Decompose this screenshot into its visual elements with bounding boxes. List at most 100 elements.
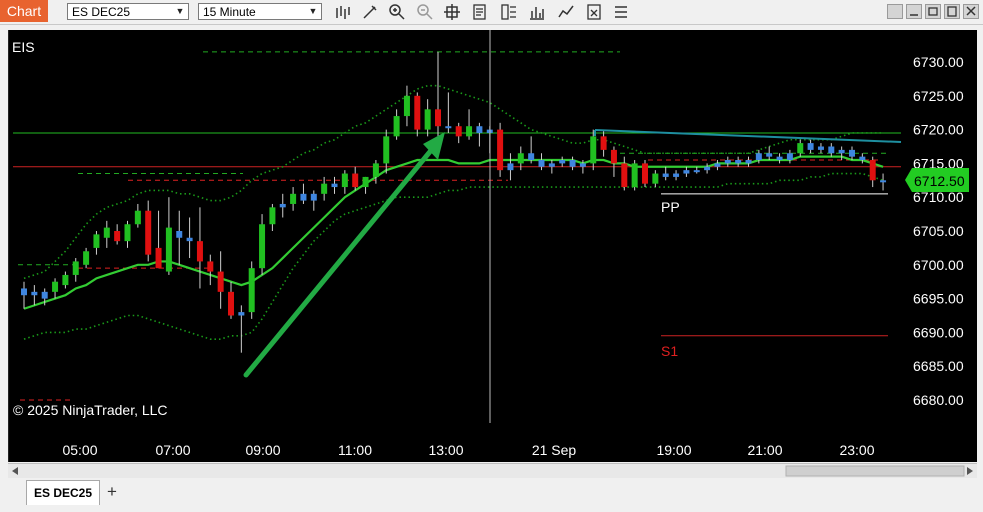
- candle-body: [880, 180, 887, 183]
- scroll-right-icon[interactable]: [967, 467, 973, 475]
- crosshair-icon[interactable]: [443, 3, 461, 21]
- candle-body: [797, 143, 804, 154]
- candle-body: [476, 126, 483, 133]
- add-tab-button[interactable]: +: [102, 482, 122, 502]
- horizontal-scrollbar[interactable]: [8, 463, 977, 479]
- panel-label: EIS: [12, 39, 35, 55]
- candle-body: [52, 281, 59, 292]
- scroll-thumb[interactable]: [785, 465, 965, 477]
- candle-body: [238, 312, 245, 316]
- candle-body: [849, 149, 855, 157]
- price-chart[interactable]: EIS © 2025 NinjaTrader, LLC PP S1 6730.0…: [7, 30, 977, 462]
- candle-body: [859, 156, 866, 161]
- interval-selector[interactable]: 15 Minute ▼: [198, 3, 322, 20]
- candle-body: [807, 143, 814, 150]
- candle-body: [735, 160, 742, 164]
- candle-body: [828, 146, 835, 154]
- pivot-label-s1: S1: [661, 343, 678, 359]
- x-axis-tick-label: 07:00: [155, 442, 190, 458]
- instrument-selector[interactable]: ES DEC25 ▼: [67, 3, 189, 20]
- candle-body: [714, 163, 721, 167]
- strategies-icon[interactable]: [557, 3, 575, 21]
- candle-body: [817, 146, 824, 150]
- upper-band-line: [23, 84, 884, 280]
- zoom-out-icon[interactable]: [416, 3, 434, 21]
- candle-body: [704, 166, 711, 171]
- candle-body: [631, 163, 638, 188]
- candle-body: [642, 163, 648, 184]
- candle-body: [341, 173, 348, 188]
- interval-value: 15 Minute: [203, 5, 256, 19]
- candle-body: [259, 224, 266, 269]
- y-axis-tick-label: 6690.00: [913, 324, 964, 340]
- y-axis-tick-label: 6700.00: [913, 257, 964, 273]
- chart-trader-icon[interactable]: [585, 3, 603, 21]
- restore-icon: [928, 7, 938, 16]
- bar-type-icon[interactable]: [334, 3, 352, 21]
- window-options-button[interactable]: [887, 4, 903, 19]
- candle-body: [403, 95, 410, 117]
- chevron-down-icon: ▼: [175, 6, 185, 16]
- y-axis-tick-label: 6695.00: [913, 291, 964, 307]
- candle-body: [145, 210, 152, 255]
- candle-body: [248, 268, 255, 313]
- candle-body: [776, 156, 783, 161]
- candle-body: [538, 160, 545, 167]
- candle-body: [62, 274, 69, 286]
- candle-body: [548, 163, 555, 167]
- candle-body: [383, 136, 390, 164]
- minimize-button[interactable]: [906, 4, 922, 19]
- y-axis-tick-label: 6705.00: [913, 223, 964, 239]
- x-axis-tick-label: 21 Sep: [532, 442, 577, 458]
- x-axis-tick-label: 11:00: [338, 442, 372, 458]
- indicators-icon[interactable]: [528, 3, 546, 21]
- candle-body: [600, 136, 607, 150]
- candle-body: [569, 160, 576, 167]
- candle-body: [507, 163, 514, 171]
- candle-body: [497, 129, 504, 171]
- candle-body: [31, 291, 38, 296]
- trend-line-drawing: [594, 129, 902, 143]
- restore-button[interactable]: [925, 4, 941, 19]
- candle-body: [559, 160, 566, 164]
- candle-body: [838, 149, 845, 154]
- chart-window-tab[interactable]: Chart: [0, 0, 48, 22]
- candle-body: [103, 227, 110, 238]
- maximize-button[interactable]: [944, 4, 960, 19]
- y-axis-tick-label: 6685.00: [913, 358, 964, 374]
- candle-body: [41, 291, 48, 299]
- close-button[interactable]: [963, 4, 979, 19]
- candle-body: [755, 153, 762, 161]
- candle-body: [786, 153, 793, 161]
- moving-average-line: [23, 155, 884, 310]
- tab-bar: ES DEC25 +: [0, 478, 983, 512]
- candle-body: [331, 183, 338, 188]
- candle-body: [745, 160, 752, 164]
- x-axis-tick-label: 21:00: [747, 442, 782, 458]
- tab-es-dec25[interactable]: ES DEC25: [26, 480, 100, 505]
- candle-body: [445, 126, 452, 129]
- chart-panel[interactable]: EIS © 2025 NinjaTrader, LLC PP S1 6730.0…: [7, 30, 977, 462]
- candle-body: [683, 170, 690, 174]
- candle-body: [207, 261, 214, 272]
- candle-body: [393, 116, 400, 137]
- zoom-in-icon[interactable]: [388, 3, 406, 21]
- more-options-icon[interactable]: [612, 3, 630, 21]
- properties-icon[interactable]: [471, 3, 489, 21]
- candle-body: [186, 237, 193, 242]
- minimize-icon: [910, 14, 918, 16]
- candle-body: [652, 173, 659, 184]
- candle-body: [352, 173, 359, 188]
- candle-body: [766, 153, 773, 157]
- candle-body: [114, 231, 121, 242]
- scroll-left-icon[interactable]: [12, 467, 18, 475]
- candle-body: [93, 234, 100, 248]
- drawing-tool-pencil-icon[interactable]: [361, 3, 379, 21]
- candle-body: [165, 227, 172, 272]
- pivot-label-pp: PP: [661, 199, 680, 215]
- copyright-text: © 2025 NinjaTrader, LLC: [13, 402, 168, 418]
- data-series-icon[interactable]: [500, 3, 518, 21]
- candle-body: [528, 153, 535, 161]
- candle-body: [21, 288, 27, 296]
- candle-body: [673, 173, 680, 177]
